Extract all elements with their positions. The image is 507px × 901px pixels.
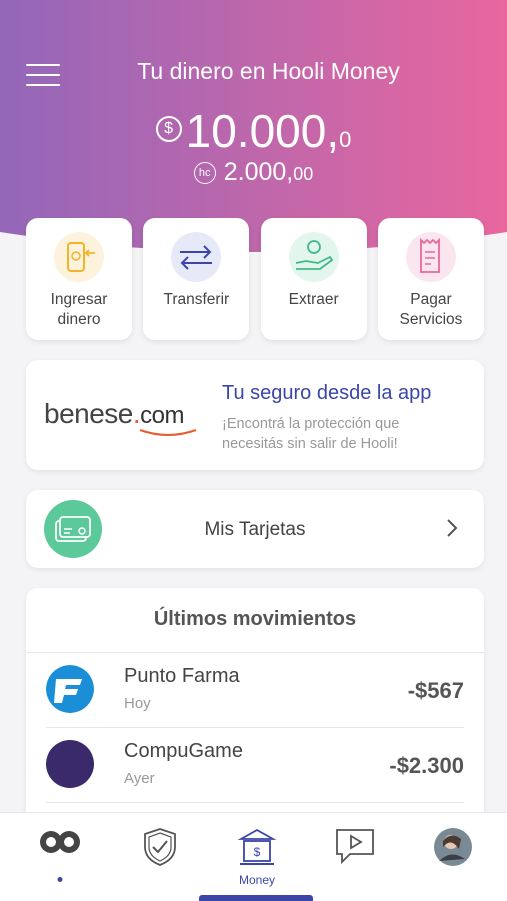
deposit-label-line1: Ingresar <box>50 291 108 308</box>
phone-deposit-icon <box>54 232 104 282</box>
benese-logo: benese.com <box>44 398 184 430</box>
transactions-title: Últimos movimientos <box>26 588 484 653</box>
pay-label-line2: Servicios <box>399 311 463 328</box>
bottom-tab-bar: $ Money <box>0 812 507 901</box>
tab-home[interactable] <box>10 813 110 901</box>
benese-logo-com: com <box>140 402 184 429</box>
withdraw-label: Extraer <box>288 291 339 308</box>
hand-coin-icon <box>288 232 339 282</box>
pay-services-button[interactable]: Pagar Servicios <box>377 218 484 340</box>
balance-decimals: 0 <box>339 127 352 152</box>
pay-label-line1: Pagar <box>410 291 452 308</box>
chevron-right-icon <box>447 519 458 537</box>
balance: $10.000,0 <box>0 104 507 158</box>
my-cards-label: Mis Tarjetas <box>204 519 306 540</box>
benese-title: Tu seguro desde la app <box>222 382 432 404</box>
tab-security[interactable] <box>110 813 210 901</box>
transaction-row[interactable]: Punto Farma Hoy -$567 <box>46 653 464 728</box>
benese-smile-icon <box>139 429 197 436</box>
benese-banner[interactable]: benese.com Tu seguro desde la app ¡Encon… <box>26 360 484 470</box>
tab-profile[interactable] <box>403 813 503 901</box>
recent-transactions: Últimos movimientos Punto Farma Hoy -$56… <box>26 588 484 828</box>
shield-check-icon <box>144 828 176 866</box>
benese-subtitle: ¡Encontrá la protección que necesitás si… <box>222 416 400 452</box>
transaction-name: Punto Farma <box>124 665 240 687</box>
hooli-eyes-icon <box>40 831 80 853</box>
video-chat-icon <box>336 829 374 865</box>
transfer-arrows-icon <box>171 232 222 282</box>
punto-farma-logo <box>46 665 94 713</box>
active-dot <box>57 877 63 882</box>
balance-main: 10.000, <box>185 105 340 157</box>
active-tab-indicator <box>199 895 313 901</box>
receipt-icon <box>405 232 456 282</box>
transaction-row[interactable]: CompuGame Ayer -$2.300 <box>46 728 464 803</box>
currency-icon: $ <box>155 116 182 142</box>
transaction-date: Ayer <box>124 770 155 787</box>
tab-video[interactable] <box>305 813 405 901</box>
compugame-logo <box>46 740 94 788</box>
tab-money[interactable]: $ Money <box>207 813 307 901</box>
withdraw-button[interactable]: Extraer <box>260 218 367 340</box>
hc-decimals: 00 <box>293 164 314 184</box>
transaction-amount: -$567 <box>407 678 464 703</box>
benese-logo-text: benese <box>44 398 133 429</box>
transfer-button[interactable]: Transferir <box>143 218 250 340</box>
quick-actions: Ingresar dinero Transferir Extraer Pagar S… <box>26 218 484 340</box>
avatar <box>434 828 472 866</box>
transaction-amount: -$2.300 <box>389 753 464 778</box>
transaction-date: Hoy <box>124 695 151 712</box>
hc-main: 2.000, <box>223 158 294 186</box>
deposit-button[interactable]: Ingresar dinero <box>26 218 132 340</box>
svg-text:$: $ <box>254 845 261 859</box>
hc-balance: hc 2.000,00 <box>0 158 507 187</box>
page-title: Tu dinero en Hooli Money <box>137 58 400 84</box>
my-cards-button[interactable]: Mis Tarjetas <box>26 490 484 568</box>
hc-icon: hc <box>193 162 216 184</box>
transaction-name: CompuGame <box>124 740 243 762</box>
tab-money-label: Money <box>238 873 276 887</box>
deposit-label-line2: dinero <box>57 311 101 328</box>
transfer-label: Transferir <box>163 291 230 308</box>
bank-icon: $ <box>237 828 277 865</box>
